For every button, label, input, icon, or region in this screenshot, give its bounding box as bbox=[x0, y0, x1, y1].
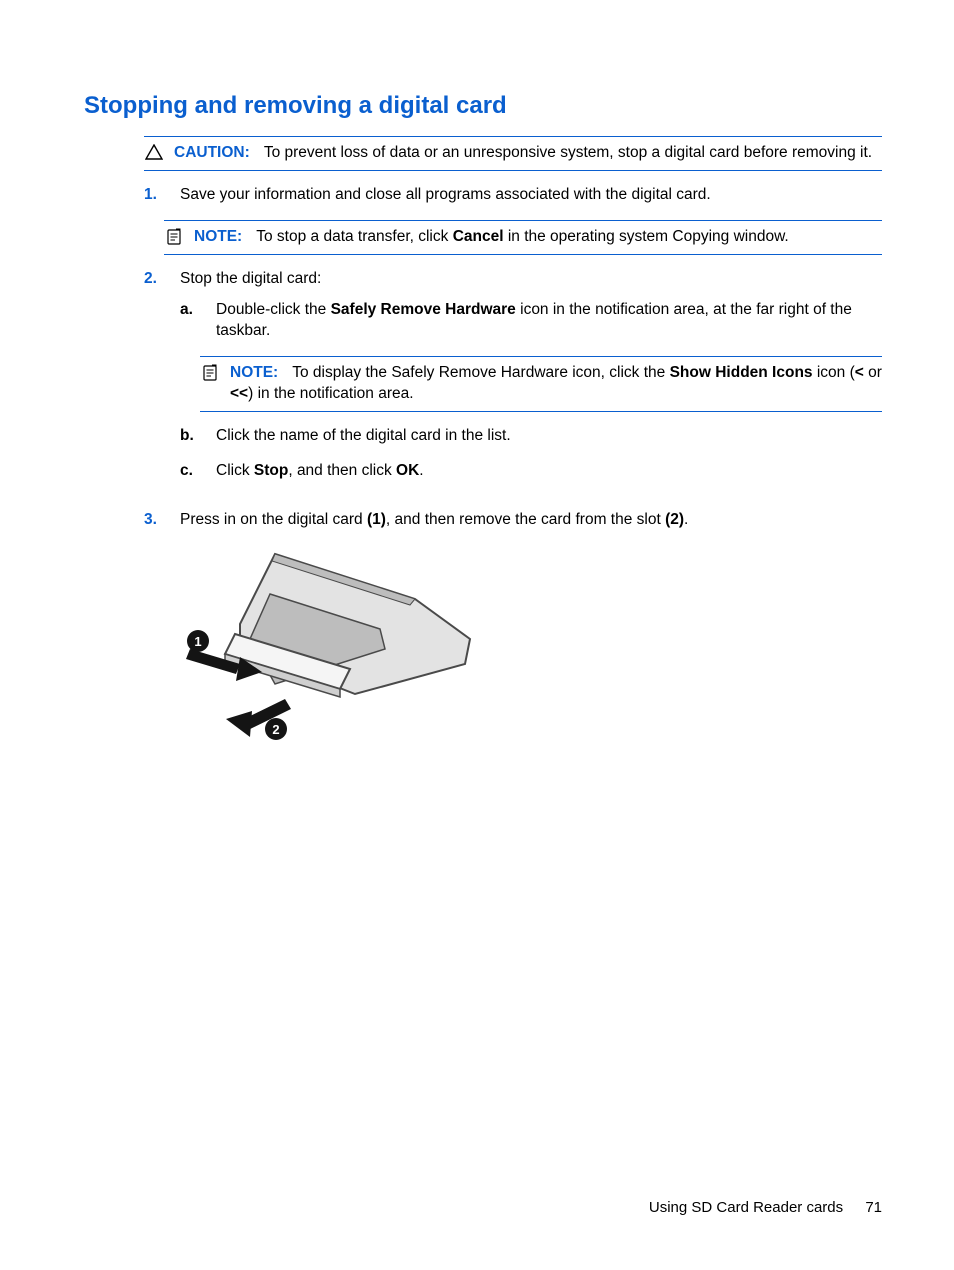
step-text: Save your information and close all prog… bbox=[180, 185, 882, 206]
sub-steps-cont: b. Click the name of the digital card in… bbox=[180, 426, 882, 482]
substep-b: b. Click the name of the digital card in… bbox=[180, 426, 882, 447]
note2-post: ) in the notification area. bbox=[248, 385, 413, 402]
note2-bold2: < bbox=[855, 364, 864, 381]
substep-text: Click the name of the digital card in th… bbox=[216, 426, 882, 447]
step-marker: 1. bbox=[144, 185, 162, 206]
c-post: . bbox=[419, 462, 423, 479]
note-callout-2: NOTE: To display the Safely Remove Hardw… bbox=[200, 356, 882, 412]
step-marker: 3. bbox=[144, 510, 162, 749]
svg-text:1: 1 bbox=[194, 634, 201, 649]
footer-page-number: 71 bbox=[865, 1199, 882, 1216]
note-callout-1: NOTE: To stop a data transfer, click Can… bbox=[164, 220, 882, 255]
document-page: Stopping and removing a digital card CAU… bbox=[0, 0, 954, 1270]
caution-text: To prevent loss of data or an unresponsi… bbox=[264, 144, 872, 161]
page-footer: Using SD Card Reader cards 71 bbox=[649, 1198, 882, 1218]
c-pre: Click bbox=[216, 462, 254, 479]
s3-bold1: (1) bbox=[367, 511, 386, 528]
note-text-post: in the operating system Copying window. bbox=[504, 228, 789, 245]
substep-text-pre: Double-click the bbox=[216, 301, 331, 318]
caution-icon bbox=[144, 143, 164, 160]
note2-bold3: << bbox=[230, 385, 248, 402]
c-mid: , and then click bbox=[288, 462, 396, 479]
caution-label: CAUTION: bbox=[174, 144, 250, 161]
note-label: NOTE: bbox=[230, 364, 278, 381]
step-3: 3. Press in on the digital card (1), and… bbox=[144, 510, 882, 749]
note2-mid2: or bbox=[864, 364, 882, 381]
step-1: 1. Save your information and close all p… bbox=[144, 185, 882, 206]
ordered-steps-cont: 2. Stop the digital card: a. Double-clic… bbox=[144, 269, 882, 748]
note-label: NOTE: bbox=[194, 228, 242, 245]
substep-marker: b. bbox=[180, 426, 198, 447]
s3-post: . bbox=[684, 511, 688, 528]
substep-a: a. Double-click the Safely Remove Hardwa… bbox=[180, 300, 882, 342]
note-icon bbox=[164, 227, 184, 246]
footer-section: Using SD Card Reader cards bbox=[649, 1199, 843, 1216]
s3-pre: Press in on the digital card bbox=[180, 511, 367, 528]
sub-steps: a. Double-click the Safely Remove Hardwa… bbox=[180, 300, 882, 342]
substep-marker: a. bbox=[180, 300, 198, 342]
svg-text:2: 2 bbox=[272, 722, 279, 737]
caution-callout: CAUTION: To prevent loss of data or an u… bbox=[144, 136, 882, 171]
ordered-steps: 1. Save your information and close all p… bbox=[144, 185, 882, 206]
note2-mid1: icon ( bbox=[813, 364, 855, 381]
note-icon bbox=[200, 363, 220, 382]
note2-pre: To display the Safely Remove Hardware ic… bbox=[292, 364, 669, 381]
step-marker: 2. bbox=[144, 269, 162, 495]
c-bold2: OK bbox=[396, 462, 419, 479]
s3-bold2: (2) bbox=[665, 511, 684, 528]
substep-text-bold: Safely Remove Hardware bbox=[331, 301, 516, 318]
c-bold1: Stop bbox=[254, 462, 288, 479]
substep-c: c. Click Stop, and then click OK. bbox=[180, 461, 882, 482]
step-2: 2. Stop the digital card: a. Double-clic… bbox=[144, 269, 882, 495]
note-text-bold: Cancel bbox=[453, 228, 504, 245]
step-text: Stop the digital card: bbox=[180, 270, 321, 287]
card-removal-illustration: 1 2 bbox=[180, 539, 480, 749]
note-text-pre: To stop a data transfer, click bbox=[256, 228, 452, 245]
note2-bold1: Show Hidden Icons bbox=[670, 364, 813, 381]
s3-mid: , and then remove the card from the slot bbox=[386, 511, 665, 528]
substep-marker: c. bbox=[180, 461, 198, 482]
section-heading: Stopping and removing a digital card bbox=[84, 90, 882, 122]
